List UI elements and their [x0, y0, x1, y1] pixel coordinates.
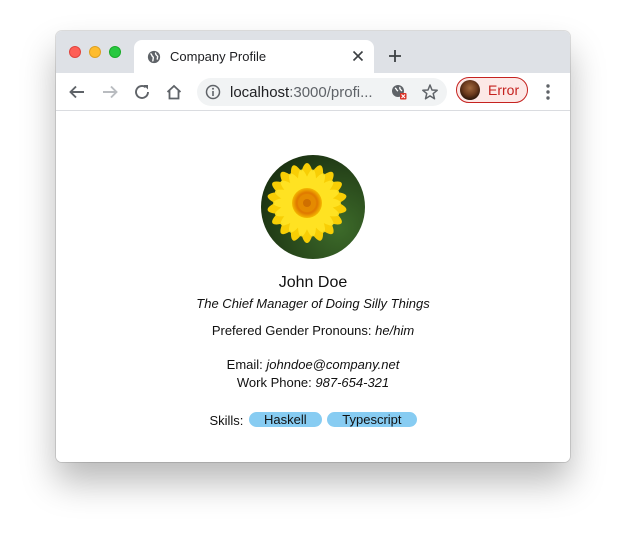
phone-line: Work Phone: 987-654-321 — [56, 375, 570, 390]
skills-line: Skills: Haskell Typescript — [56, 412, 570, 428]
pronouns-label: Prefered Gender Pronouns: — [211, 323, 372, 338]
browser-window: Company Profile localhost:3000/profi... … — [56, 31, 570, 462]
tab-title: Company Profile — [170, 49, 267, 64]
browser-toolbar: localhost:3000/profi... Error — [56, 73, 570, 111]
avatar — [460, 80, 480, 100]
url-rest: :3000/profi... — [289, 84, 373, 101]
email-label: Email: — [226, 357, 263, 372]
profile-error-label: Error — [488, 82, 520, 98]
address-bar[interactable]: localhost:3000/profi... — [197, 78, 447, 106]
maximize-window-button[interactable] — [109, 46, 121, 58]
new-tab-icon[interactable] — [387, 48, 403, 64]
profile-name: John Doe — [278, 274, 348, 291]
forward-arrow-icon[interactable] — [101, 83, 119, 101]
pronouns-value: he/him — [375, 323, 415, 338]
email-value: johndoe@company.net — [266, 357, 400, 372]
reload-icon[interactable] — [133, 83, 151, 101]
tab-company-profile[interactable]: Company Profile — [134, 40, 374, 73]
profile-job-title: The Chief Manager of Doing Silly Things — [196, 296, 430, 311]
minimize-window-button[interactable] — [89, 46, 101, 58]
page-content: John Doe The Chief Manager of Doing Sill… — [56, 111, 570, 462]
more-menu-icon[interactable] — [540, 83, 556, 101]
profile-photo — [261, 155, 365, 259]
tab-strip: Company Profile — [56, 31, 570, 73]
close-tab-icon[interactable] — [350, 48, 366, 64]
url-text: localhost:3000/profi... — [230, 84, 373, 101]
skill-tag: Typescript — [327, 412, 417, 427]
bookmark-star-icon[interactable] — [421, 83, 439, 101]
pronouns-line: Prefered Gender Pronouns: he/him — [56, 323, 570, 338]
skills-label: Skills: — [209, 413, 244, 428]
url-host: localhost — [230, 84, 290, 101]
blocked-content-icon[interactable] — [391, 84, 407, 100]
phone-label: Work Phone: — [236, 375, 312, 390]
skill-tag: Haskell — [249, 412, 322, 427]
email-line: Email: johndoe@company.net — [56, 357, 570, 372]
back-arrow-icon[interactable] — [68, 83, 86, 101]
home-icon[interactable] — [165, 83, 183, 101]
globe-icon — [147, 50, 161, 64]
profile-error-button[interactable]: Error — [456, 77, 528, 103]
info-icon[interactable] — [205, 84, 221, 100]
close-window-button[interactable] — [69, 46, 81, 58]
phone-value: 987-654-321 — [315, 375, 390, 390]
